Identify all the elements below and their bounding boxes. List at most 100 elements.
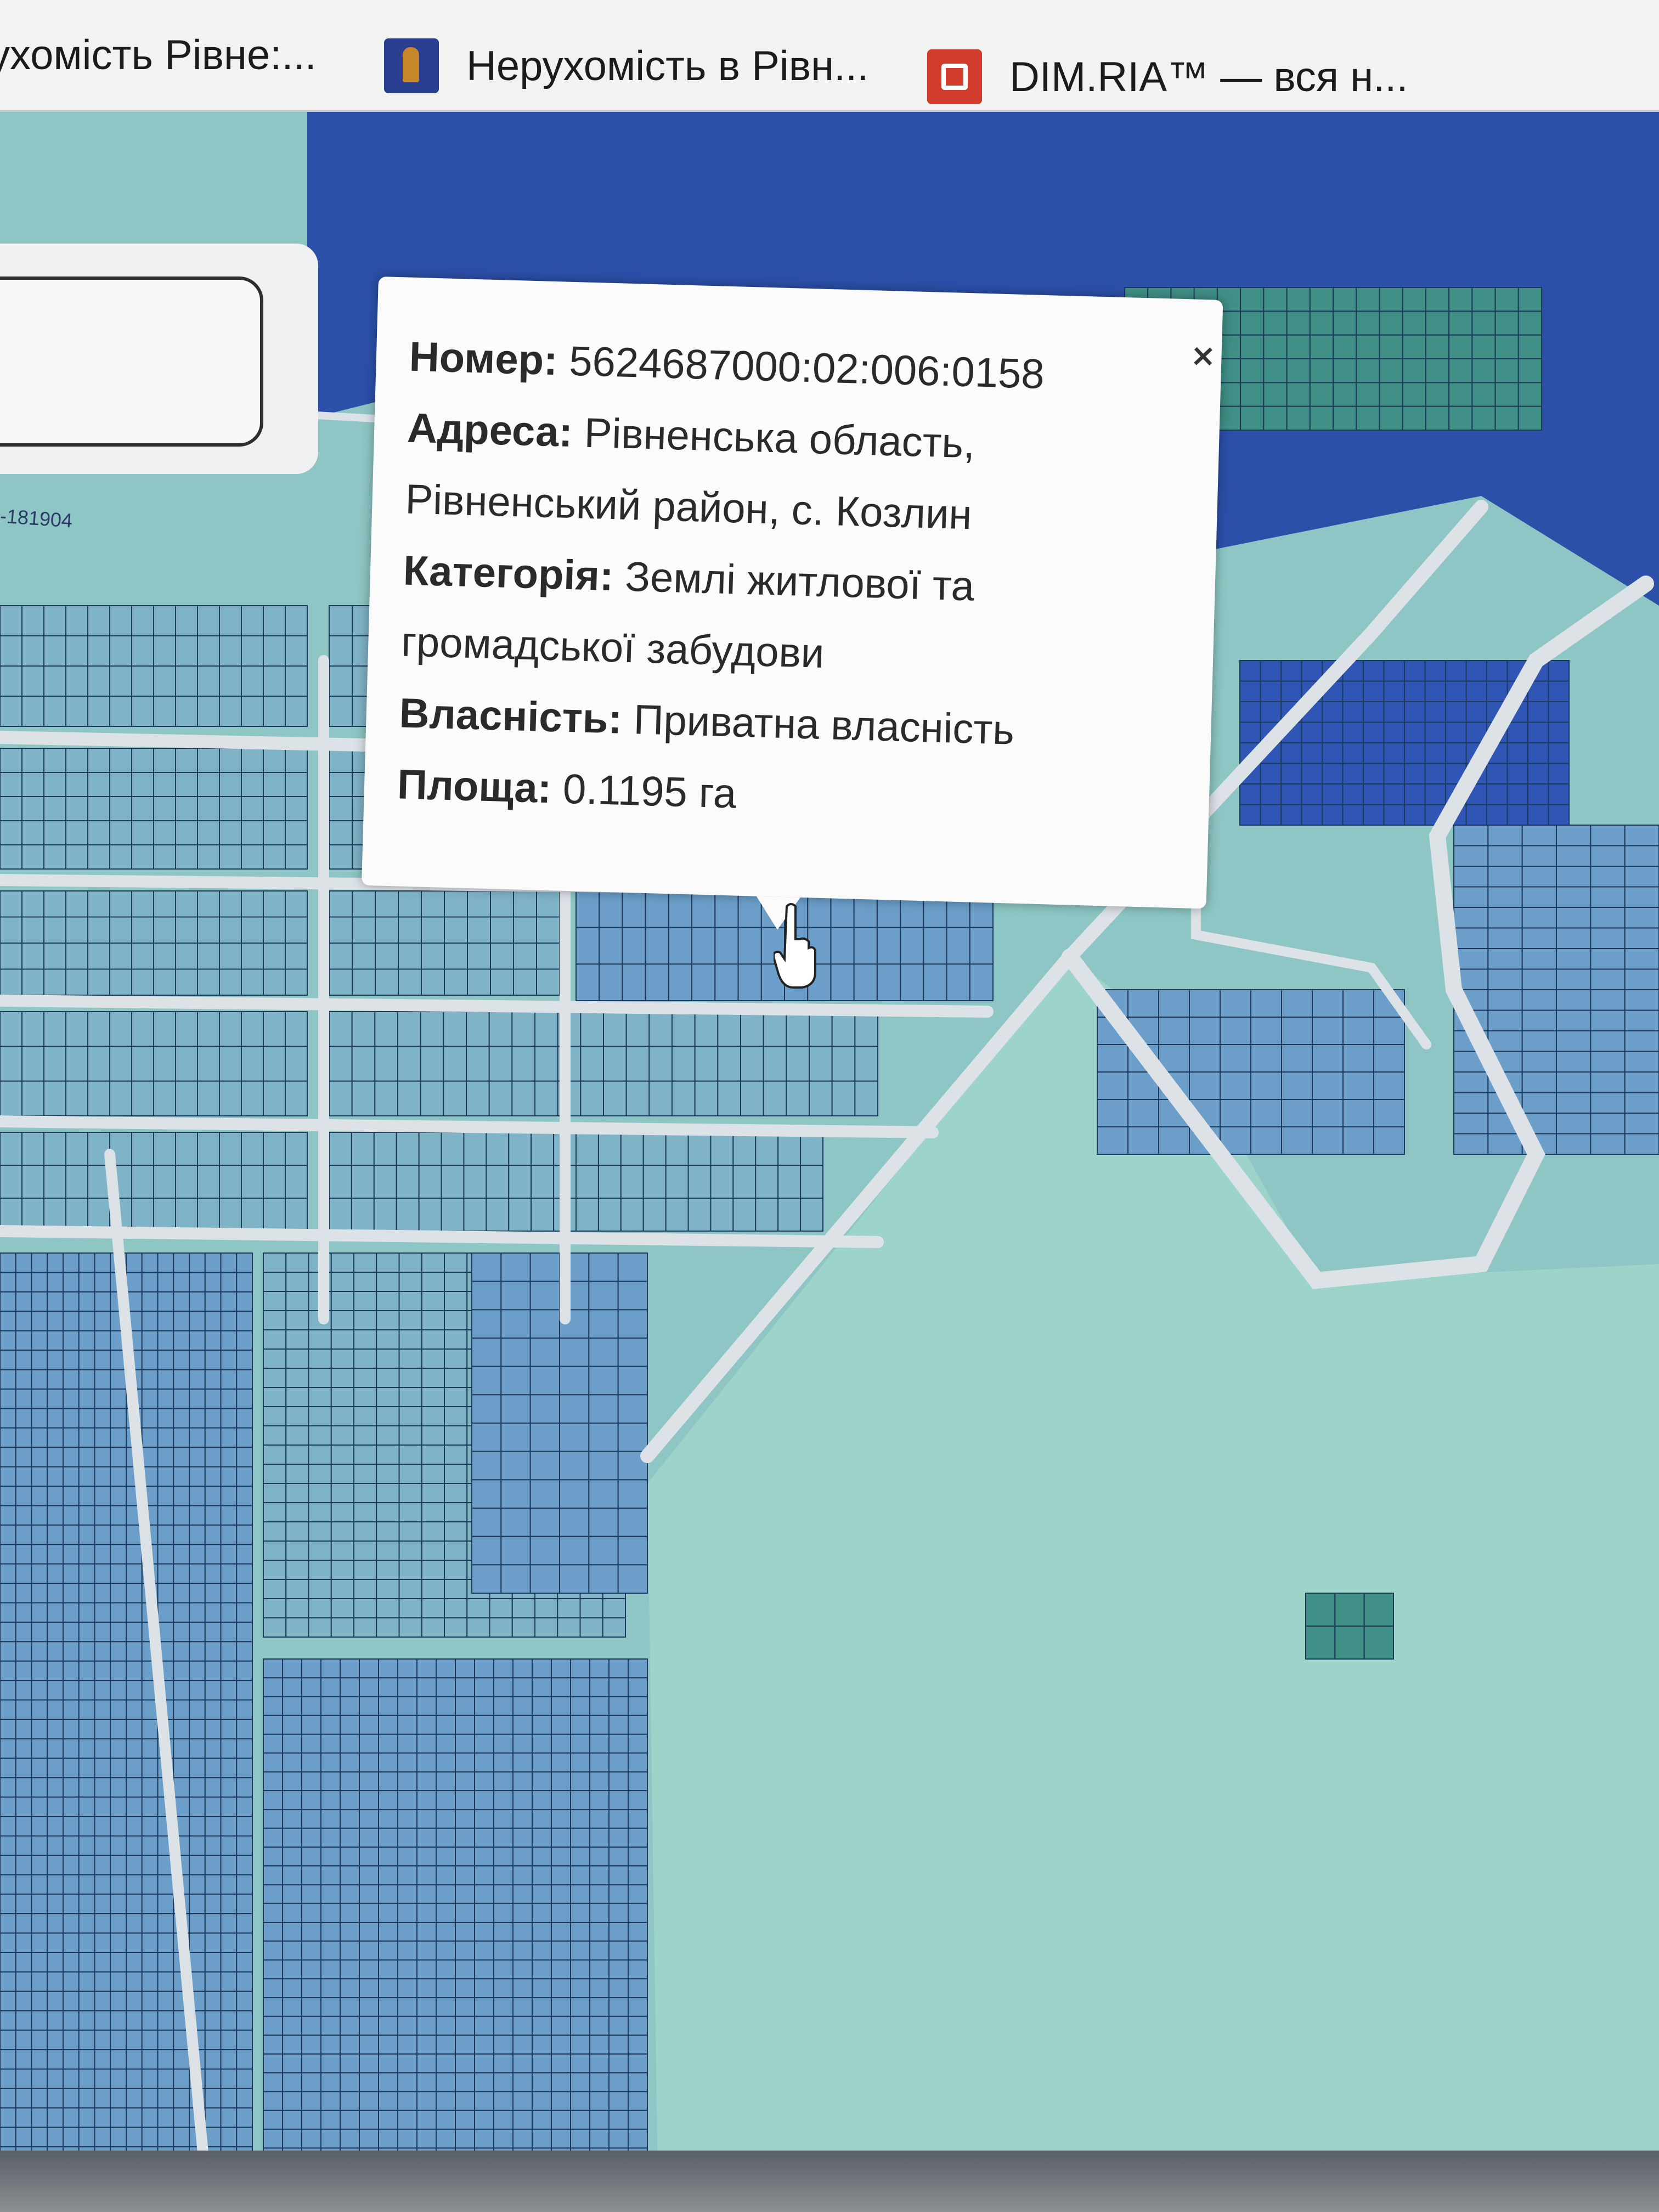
land-parcel xyxy=(63,1311,80,1331)
land-parcel xyxy=(220,1369,238,1390)
land-parcel xyxy=(63,1486,80,1506)
land-parcel xyxy=(570,1978,590,1999)
land-parcel xyxy=(0,1291,16,1312)
land-parcel xyxy=(236,1777,253,1798)
land-parcel xyxy=(455,1752,475,1773)
land-parcel xyxy=(109,844,132,870)
land-parcel xyxy=(109,696,132,727)
land-parcel xyxy=(320,1827,341,1848)
land-parcel xyxy=(536,943,560,970)
land-parcel xyxy=(648,1046,673,1082)
land-parcel xyxy=(559,1394,590,1424)
land-parcel xyxy=(1404,763,1426,785)
land-parcel xyxy=(320,2072,341,2092)
land-parcel xyxy=(455,1922,475,1942)
land-parcel xyxy=(1590,948,1626,970)
land-parcel xyxy=(376,1406,400,1426)
land-parcel xyxy=(220,1427,238,1448)
land-parcel xyxy=(175,1011,198,1047)
land-parcel xyxy=(376,1291,400,1311)
land-parcel xyxy=(78,1971,95,1992)
land-parcel xyxy=(1556,907,1592,929)
land-parcel xyxy=(622,963,646,1002)
land-parcel xyxy=(63,1427,80,1448)
land-parcel xyxy=(1373,1071,1405,1100)
land-parcel xyxy=(466,1046,490,1082)
land-parcel xyxy=(236,1816,253,1837)
land-parcel xyxy=(1263,311,1288,336)
close-icon[interactable]: × xyxy=(1190,337,1217,374)
land-parcel xyxy=(301,1734,321,1754)
land-parcel xyxy=(220,2068,238,2089)
land-parcel xyxy=(1487,886,1523,908)
land-parcel xyxy=(436,2129,456,2149)
land-parcel xyxy=(31,1252,48,1273)
land-parcel xyxy=(551,2072,571,2092)
land-parcel xyxy=(416,1771,437,1792)
land-parcel xyxy=(263,1291,287,1311)
land-parcel xyxy=(512,1940,533,1961)
land-parcel xyxy=(189,1388,206,1409)
land-parcel xyxy=(340,1922,360,1942)
bookmark-item-nerukhomist-rivne[interactable]: Нерухомість в Рівн... xyxy=(384,11,868,121)
land-parcel xyxy=(47,1660,64,1681)
land-parcel xyxy=(0,748,22,773)
land-parcel xyxy=(608,1658,629,1679)
land-parcel xyxy=(204,1408,222,1429)
land-parcel xyxy=(320,1658,341,1679)
land-parcel xyxy=(189,1272,206,1293)
bookmark-item-rivne-realty[interactable]: ухомість Рівне:... xyxy=(0,0,317,110)
land-parcel xyxy=(589,1940,610,1961)
land-parcel xyxy=(589,2109,610,2130)
land-parcel xyxy=(236,2068,253,2089)
land-parcel xyxy=(474,1865,494,1886)
land-parcel xyxy=(490,968,514,996)
land-parcel xyxy=(1527,701,1549,723)
cadastral-map[interactable]: -181904 × Номер: 5624687000:02:006:0158 … xyxy=(0,112,1659,2212)
land-parcel xyxy=(436,1714,456,1735)
land-parcel xyxy=(301,1940,321,1961)
land-parcel xyxy=(608,1734,629,1754)
land-parcel xyxy=(1312,1044,1344,1073)
land-parcel xyxy=(126,1544,143,1565)
land-parcel xyxy=(110,1388,127,1409)
land-parcel xyxy=(1356,405,1380,431)
land-parcel xyxy=(551,2016,571,2036)
land-parcel xyxy=(308,1541,332,1561)
land-parcel xyxy=(263,1677,283,1697)
land-parcel xyxy=(474,1809,494,1829)
land-parcel xyxy=(320,1903,341,1923)
land-parcel xyxy=(1445,660,1467,682)
land-parcel xyxy=(308,1387,332,1407)
land-parcel xyxy=(1624,948,1659,970)
land-parcel xyxy=(204,1990,222,2012)
land-parcel xyxy=(173,2049,190,2070)
land-parcel xyxy=(63,1796,80,1818)
land-parcel xyxy=(189,1932,206,1953)
search-input[interactable] xyxy=(0,276,263,447)
land-parcel xyxy=(47,1757,64,1779)
land-parcel xyxy=(579,1598,603,1618)
land-parcel xyxy=(359,1827,379,1848)
land-parcel xyxy=(126,2068,143,2089)
land-parcel xyxy=(1333,311,1357,336)
land-parcel xyxy=(1487,866,1523,888)
land-parcel xyxy=(189,1854,206,1876)
land-parcel xyxy=(220,2029,238,2051)
land-parcel xyxy=(1624,1071,1659,1093)
land-parcel xyxy=(153,665,176,697)
land-parcel xyxy=(173,2107,190,2128)
land-parcel xyxy=(340,2109,360,2130)
land-parcel xyxy=(63,1252,80,1273)
land-parcel xyxy=(204,1777,222,1798)
land-parcel xyxy=(474,1884,494,1904)
land-parcel xyxy=(78,1524,95,1545)
land-parcel xyxy=(109,748,132,773)
land-parcel xyxy=(486,1165,510,1199)
land-parcel xyxy=(710,1198,734,1232)
land-parcel xyxy=(441,1165,465,1199)
land-parcel xyxy=(63,1388,80,1409)
land-parcel xyxy=(786,1011,810,1047)
land-parcel xyxy=(63,2087,80,2109)
land-parcel xyxy=(588,1280,619,1311)
